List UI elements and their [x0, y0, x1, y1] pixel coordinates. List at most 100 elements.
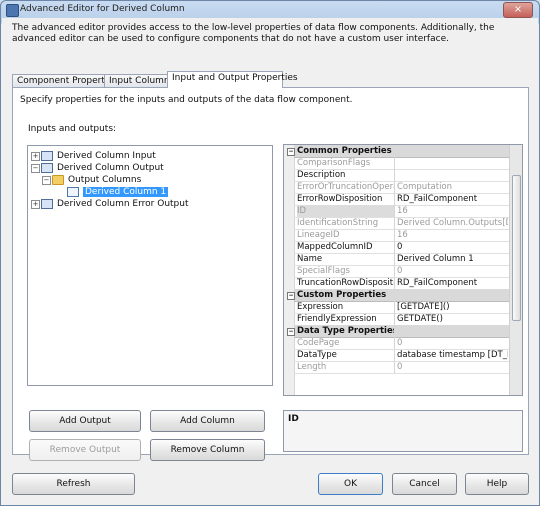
property-separator	[394, 169, 395, 181]
folder-icon	[52, 174, 64, 185]
property-value[interactable]: database timestamp [DT_DBTIM	[397, 349, 508, 361]
remove-column-button[interactable]: Remove Column	[150, 439, 265, 461]
property-separator	[394, 301, 395, 313]
property-value[interactable]: [GETDATE]()	[397, 301, 508, 313]
property-separator	[394, 265, 395, 277]
property-description-title: ID	[288, 414, 299, 424]
property-value[interactable]: Derived Column 1	[397, 253, 508, 265]
ok-button[interactable]: OK	[318, 473, 383, 495]
property-name: Length	[297, 362, 327, 372]
property-name: DataType	[297, 350, 337, 360]
dialog-content: The advanced editor provides access to t…	[2, 18, 538, 504]
property-separator	[394, 277, 395, 289]
inputs-outputs-label: Inputs and outputs:	[28, 124, 117, 134]
window-title: Advanced Editor for Derived Column	[20, 4, 185, 14]
collapse-minus-icon[interactable]: −	[31, 164, 40, 173]
close-button[interactable]: ×	[503, 2, 533, 18]
tab-input-columns[interactable]: Input Columns	[104, 74, 174, 88]
property-separator	[394, 361, 395, 373]
property-name: ComparisonFlags	[297, 158, 371, 168]
property-separator	[394, 217, 395, 229]
tree-item-label: Output Columns	[68, 175, 142, 185]
tree-item-label: Derived Column 1	[83, 187, 169, 197]
property-value[interactable]: GETDATE()	[397, 313, 508, 325]
tree-item-content: Derived Column Output	[41, 162, 164, 174]
property-name: ErrorRowDisposition	[297, 194, 383, 204]
property-separator	[394, 313, 395, 325]
property-separator	[394, 349, 395, 361]
expand-plus-icon[interactable]: +	[31, 200, 40, 209]
property-separator	[394, 193, 395, 205]
property-separator	[394, 181, 395, 193]
property-name: Expression	[297, 302, 344, 312]
collapse-minus-icon[interactable]: −	[287, 328, 295, 336]
input-output-properties-panel: Specify properties for the inputs and ou…	[12, 87, 529, 461]
column-icon	[67, 186, 79, 197]
property-separator	[394, 241, 395, 253]
property-grid-scrollbar[interactable]	[509, 145, 522, 395]
tab-component-properties[interactable]: Component Properties	[12, 74, 118, 88]
tree-item-label: Derived Column Error Output	[57, 199, 189, 209]
advanced-editor-window: Advanced Editor for Derived Column × The…	[0, 0, 540, 506]
property-name: Description	[297, 170, 346, 180]
property-name: TruncationRowDisposition	[297, 278, 394, 288]
property-value[interactable]: 0	[397, 241, 508, 253]
scrollbar-thumb[interactable]	[512, 175, 521, 321]
property-value[interactable]: RD_FailComponent	[397, 193, 508, 205]
refresh-button[interactable]: Refresh	[12, 473, 135, 495]
category-title: Common Properties	[297, 146, 392, 156]
add-output-button[interactable]: Add Output	[29, 410, 141, 432]
error-output-node-icon	[41, 198, 53, 209]
input-node-icon	[41, 150, 53, 161]
property-value[interactable]: 0	[397, 265, 508, 277]
property-value[interactable]: RD_FailComponent	[397, 277, 508, 289]
category-title: Data Type Properties	[297, 326, 394, 336]
panel-description: Specify properties for the inputs and ou…	[20, 95, 353, 105]
add-column-button[interactable]: Add Column	[150, 410, 265, 432]
output-node-icon	[41, 162, 53, 173]
tree-item-label: Derived Column Output	[57, 163, 164, 173]
property-separator	[394, 253, 395, 265]
tree-item-content: Output Columns	[52, 174, 141, 186]
window-titlebar[interactable]: Advanced Editor for Derived Column ×	[1, 1, 539, 19]
property-separator	[394, 229, 395, 241]
property-value[interactable]: 0	[397, 361, 508, 373]
cancel-button[interactable]: Cancel	[392, 473, 457, 495]
tab-input-output-properties[interactable]: Input and Output Properties	[167, 71, 298, 88]
collapse-minus-icon[interactable]: −	[287, 148, 295, 156]
property-value[interactable]: Computation	[397, 181, 508, 193]
property-name: IdentificationString	[297, 218, 379, 228]
property-value[interactable]: Derived Column.Outputs[Derived	[397, 217, 508, 229]
collapse-minus-icon[interactable]: −	[287, 292, 295, 300]
application-icon	[6, 4, 19, 17]
property-name: MappedColumnID	[297, 242, 373, 252]
property-value[interactable]: 16	[397, 229, 508, 241]
tree-item-content: Derived Column Error Output	[41, 198, 189, 210]
inputs-outputs-tree: + Derived Column Input − Derived Column …	[27, 145, 273, 386]
property-value[interactable]: 0	[397, 337, 508, 349]
dialog-buttons: Refresh OK Cancel Help	[2, 463, 538, 503]
property-separator	[394, 157, 395, 169]
property-description-panel: ID	[283, 410, 523, 452]
tree-item-derived-column-1[interactable]: Derived Column 1	[67, 186, 169, 198]
category-title: Custom Properties	[297, 290, 387, 300]
property-name: SpecialFlags	[297, 266, 350, 276]
expand-plus-icon[interactable]: +	[31, 152, 40, 161]
property-row[interactable]: Length 0	[294, 361, 510, 374]
property-separator	[394, 337, 395, 349]
collapse-minus-icon[interactable]: −	[42, 176, 51, 185]
property-value[interactable]: 16	[397, 205, 508, 217]
property-name: ErrorOrTruncationOperation	[297, 182, 394, 192]
property-grid: − Common Properties ComparisonFlags Desc…	[283, 144, 523, 396]
property-name: LineageID	[297, 230, 340, 240]
editor-description: The advanced editor provides access to t…	[12, 23, 495, 44]
tree-item-label: Derived Column Input	[57, 151, 156, 161]
property-name: ID	[297, 205, 394, 217]
property-name: FriendlyExpression	[297, 314, 377, 324]
property-name: Name	[297, 254, 323, 264]
property-name: CodePage	[297, 338, 340, 348]
tree-item-content: Derived Column Input	[41, 150, 156, 162]
property-separator	[394, 205, 395, 217]
help-button[interactable]: Help	[465, 473, 529, 495]
remove-output-button[interactable]: Remove Output	[29, 439, 141, 461]
